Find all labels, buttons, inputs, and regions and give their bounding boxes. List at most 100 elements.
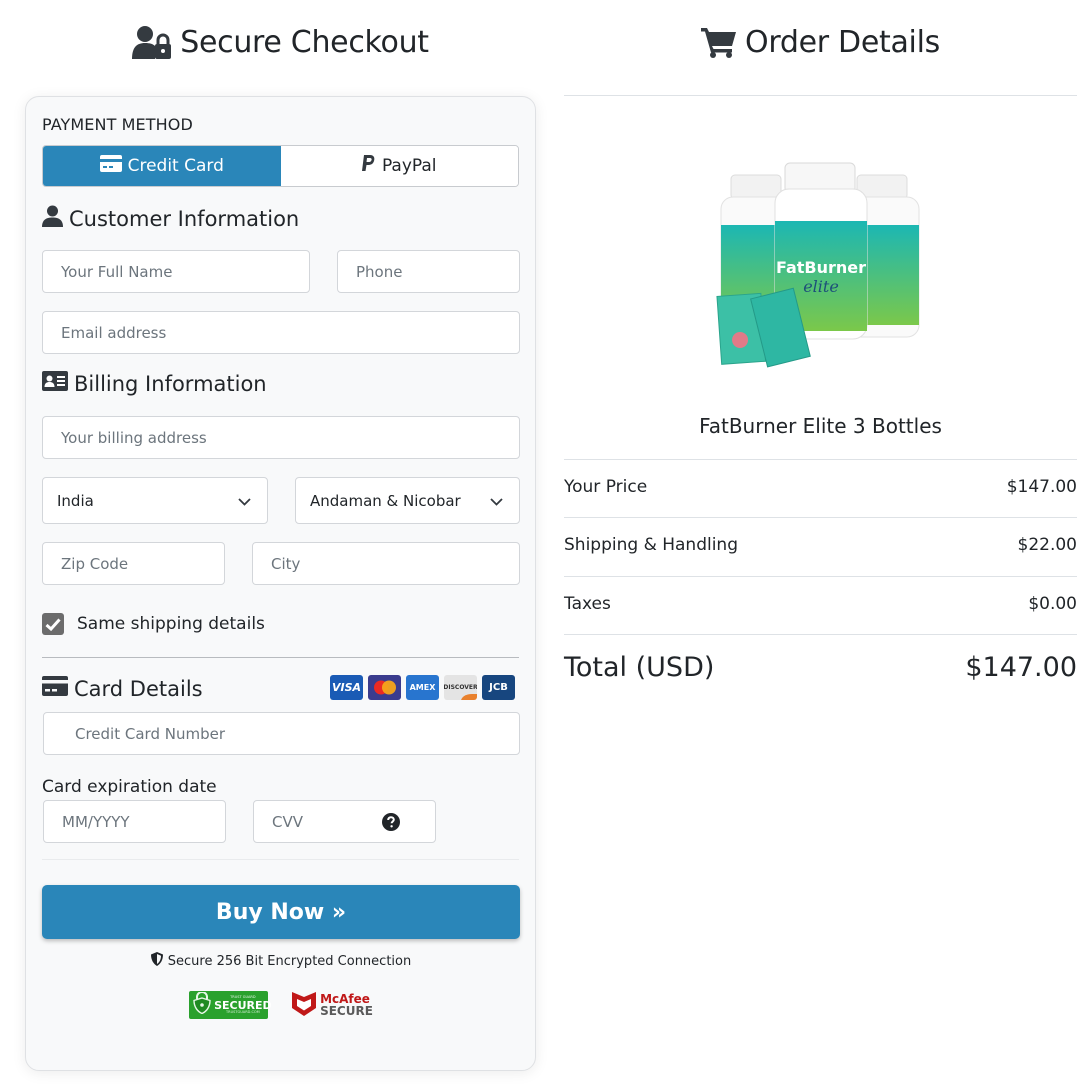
email-field[interactable] (42, 311, 520, 354)
phone-field[interactable] (337, 250, 520, 293)
summary-divider (564, 517, 1077, 518)
mcafee-shield-icon (292, 990, 317, 1020)
billing-information-heading: Billing Information (42, 371, 267, 396)
zip-code-field[interactable] (42, 542, 225, 585)
secure-connection-note: Secure 256 Bit Encrypted Connection (42, 952, 520, 970)
country-select[interactable]: India (42, 477, 268, 524)
trust-guard-bottom-text: TRUSTGUARD.COM (226, 1009, 260, 1014)
summary-value: $22.00 (1017, 535, 1077, 555)
city-input[interactable] (271, 543, 519, 584)
heading-divider (564, 95, 1077, 96)
checkout-form-card: PAYMENT METHOD Credit Card PayPal Custom… (25, 96, 536, 1071)
page-title: Secure Checkout (180, 24, 429, 60)
expiry-field[interactable] (43, 800, 226, 843)
buy-now-button[interactable]: Buy Now » (42, 885, 520, 939)
customer-information-heading: Customer Information (42, 205, 299, 232)
summary-row-total: Total (USD) $147.00 (564, 652, 1077, 683)
card-details-heading: Card Details (42, 676, 203, 701)
secure-checkout-heading: Secure Checkout (25, 0, 536, 84)
credit-card-icon (99, 155, 122, 177)
customer-information-title: Customer Information (69, 206, 300, 231)
same-shipping-checkbox[interactable] (42, 613, 64, 635)
paypal-icon (361, 155, 376, 177)
product-name: FatBurner Elite 3 Bottles (699, 414, 942, 438)
product-image: FatBurner elite (709, 155, 929, 375)
credit-card-tab[interactable]: Credit Card (43, 146, 281, 186)
user-icon (42, 205, 63, 232)
payment-method-toggle: Credit Card PayPal (42, 145, 519, 187)
shield-icon (150, 952, 163, 970)
visa-logo-text: VISA (331, 681, 362, 694)
total-label: Total (USD) (564, 652, 715, 683)
secure-connection-text: Secure 256 Bit Encrypted Connection (167, 953, 412, 969)
id-card-icon (42, 371, 68, 396)
checkmark-icon (45, 617, 61, 631)
order-details-title: Order Details (745, 24, 940, 60)
billing-information-title: Billing Information (74, 371, 267, 396)
cvv-input[interactable] (272, 801, 372, 842)
summary-row-price: Your Price $147.00 (564, 477, 1077, 497)
paypal-tab[interactable]: PayPal (280, 146, 518, 186)
trust-guard-badge: TRUST GUARD SECURED TRUSTGUARD.COM (189, 991, 272, 1019)
mcafee-secure-badge: McAfee SECURE (292, 990, 373, 1020)
jcb-logo-text: JCB (489, 682, 508, 693)
billing-address-field[interactable] (42, 416, 520, 459)
summary-divider (564, 634, 1077, 635)
city-field[interactable] (252, 542, 520, 585)
full-name-input[interactable] (61, 251, 309, 292)
trust-guard-top-text: TRUST GUARD (230, 995, 256, 999)
billing-address-input[interactable] (61, 417, 519, 458)
state-select-value: Andaman & Nicobar (310, 491, 461, 510)
card-details-title: Card Details (74, 676, 203, 701)
section-divider (42, 657, 519, 658)
summary-label: Your Price (564, 477, 648, 497)
product-label-text: FatBurner (776, 258, 866, 277)
expiration-label: Card expiration date (42, 777, 217, 797)
amex-logo-text: AMEX (409, 683, 436, 692)
card-number-field[interactable] (43, 712, 520, 755)
summary-label: Taxes (564, 594, 611, 614)
product-label-subtext: elite (803, 277, 839, 296)
amex-logo-icon: AMEX (406, 675, 439, 700)
credit-card-tab-label: Credit Card (127, 156, 224, 176)
mcafee-bottom-text: SECURE (320, 1004, 373, 1018)
same-shipping-label: Same shipping details (77, 614, 265, 634)
visa-logo-icon: VISA (330, 675, 363, 700)
discover-logo-icon: DISCOVER (444, 675, 477, 700)
total-value: $147.00 (965, 652, 1077, 683)
full-name-field[interactable] (42, 250, 310, 293)
summary-divider (564, 459, 1077, 460)
summary-row-shipping: Shipping & Handling $22.00 (564, 535, 1077, 555)
user-lock-icon (132, 25, 172, 59)
chevron-down-icon (238, 492, 251, 510)
cvv-field[interactable] (253, 800, 436, 843)
jcb-logo-icon: JCB (482, 675, 515, 700)
section-divider (42, 859, 519, 860)
shopping-cart-icon (701, 26, 737, 58)
card-number-input[interactable] (75, 713, 519, 754)
security-badges: TRUST GUARD SECURED TRUSTGUARD.COM McAfe… (42, 990, 520, 1020)
payment-method-label: PAYMENT METHOD (42, 115, 193, 134)
lock-shield-icon (193, 991, 211, 1018)
question-circle-icon[interactable] (382, 812, 400, 831)
order-details-heading: Order Details (564, 0, 1077, 84)
chevron-down-icon (490, 492, 503, 510)
checkout-column: Secure Checkout PAYMENT METHOD Credit Ca… (25, 0, 536, 1071)
credit-card-icon (42, 676, 68, 701)
same-shipping-row: Same shipping details (42, 613, 265, 635)
mastercard-logo-icon (368, 675, 401, 700)
discover-logo-text: DISCOVER (444, 684, 477, 691)
phone-input[interactable] (356, 251, 519, 292)
email-input[interactable] (61, 312, 519, 353)
summary-label: Shipping & Handling (564, 535, 739, 555)
summary-value: $147.00 (1006, 477, 1077, 497)
state-select[interactable]: Andaman & Nicobar (295, 477, 520, 524)
zip-code-input[interactable] (61, 543, 224, 584)
order-details-column: Order Details FatBurner elite FatBurner … (564, 0, 1077, 683)
summary-row-taxes: Taxes $0.00 (564, 594, 1077, 614)
expiry-input[interactable] (62, 801, 225, 842)
country-select-value: India (57, 491, 94, 510)
summary-divider (564, 576, 1077, 577)
trust-guard-main-text: SECURED (214, 998, 272, 1012)
paypal-tab-label: PayPal (381, 156, 437, 176)
